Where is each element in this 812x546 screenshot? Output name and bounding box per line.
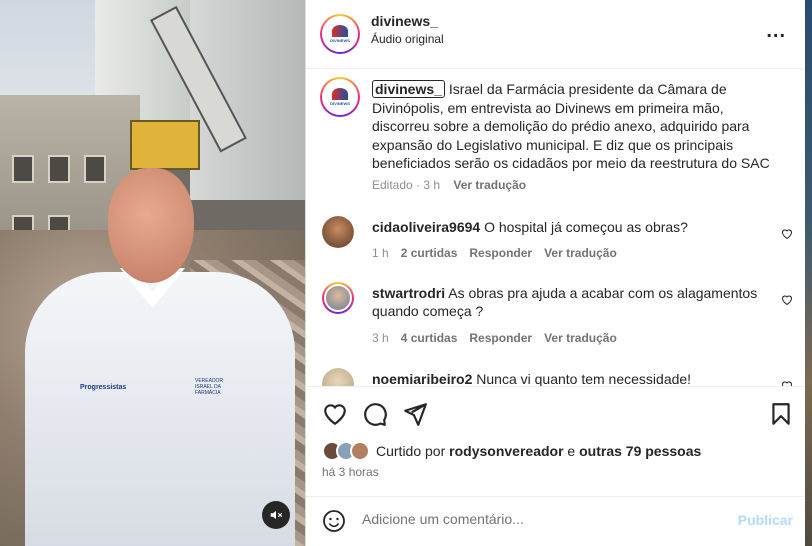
caption-translate-link[interactable]: Ver tradução	[453, 178, 526, 192]
comment-meta: 3 h4 curtidas Responder Ver tradução	[372, 331, 617, 345]
post-media[interactable]: Progressistas VEREADOR ISRAEL DA FARMÁCI…	[0, 0, 305, 546]
comment-likes-link[interactable]: 4 curtidas	[401, 331, 458, 345]
media-excavator-cab	[130, 120, 200, 170]
like-heart-icon[interactable]	[322, 401, 348, 427]
share-send-icon[interactable]	[402, 401, 428, 427]
comment-like-heart-icon[interactable]	[781, 294, 793, 306]
comment-username[interactable]: cidaoliveira9694	[372, 219, 480, 235]
liked-by: Curtido por rodysonvereador e outras 79 …	[322, 441, 701, 461]
emoji-icon[interactable]	[322, 509, 346, 533]
post-panel: DIVINEWS divinews_ Áudio original ... DI…	[305, 0, 812, 546]
media-person-shirt	[25, 272, 295, 546]
commenter-avatar[interactable]	[322, 368, 354, 386]
comment-username[interactable]: stwartrodri	[372, 285, 445, 301]
comment-bubble-icon[interactable]	[362, 401, 388, 427]
shirt-badge-text: VEREADOR ISRAEL DA FARMÁCIA	[195, 378, 224, 396]
comments-scroll[interactable]: DIVINEWS divinews_ Israel da Farmácia pr…	[306, 70, 812, 386]
liker-username[interactable]: rodysonvereador	[449, 443, 563, 459]
comment-text: cidaoliveira9694 O hospital já começou a…	[372, 219, 688, 235]
bookmark-save-icon[interactable]	[768, 401, 794, 427]
author-avatar[interactable]: DIVINEWS	[320, 14, 360, 54]
comment-like-heart-icon[interactable]	[781, 228, 793, 240]
liker-avatar	[350, 441, 370, 461]
shirt-party-logo: Progressistas	[80, 384, 127, 391]
caption-meta: Editado · 3 h Ver tradução	[372, 178, 526, 192]
comment-username[interactable]: noemiaribeiro2	[372, 371, 472, 386]
liked-by-text: Curtido por rodysonvereador e outras 79 …	[376, 443, 702, 459]
post-actions: Curtido por rodysonvereador e outras 79 …	[306, 386, 812, 496]
post-timestamp[interactable]: há 3 horas	[322, 465, 379, 479]
speaker-muted-icon	[270, 510, 283, 520]
caption-text: divinews_ Israel da Farmácia presidente …	[372, 80, 777, 173]
caption-avatar[interactable]: DIVINEWS	[320, 77, 360, 117]
author-username[interactable]: divinews_	[371, 13, 438, 29]
add-comment-bar: Publicar	[306, 496, 812, 546]
translate-link[interactable]: Ver tradução	[544, 246, 617, 260]
comment-input[interactable]	[362, 511, 722, 527]
post-header: DIVINEWS divinews_ Áudio original ...	[306, 0, 812, 69]
commenter-avatar[interactable]	[322, 216, 354, 248]
more-options-icon[interactable]: ...	[766, 20, 786, 43]
mute-button[interactable]	[262, 501, 290, 529]
caption-username[interactable]: divinews_	[372, 80, 445, 98]
media-person-head	[108, 168, 194, 283]
audio-label[interactable]: Áudio original	[371, 32, 444, 46]
comment-text: stwartrodri As obras pra ajuda a acabar …	[372, 285, 758, 319]
reply-button[interactable]: Responder	[469, 246, 532, 260]
commenter-avatar[interactable]	[322, 282, 354, 314]
liked-by-others-link[interactable]: outras 79 pessoas	[579, 443, 701, 459]
reply-button[interactable]: Responder	[469, 331, 532, 345]
comment-likes-link[interactable]: 2 curtidas	[401, 246, 458, 260]
caption-edited: Editado · 3 h	[372, 178, 441, 192]
comment-meta: 1 h2 curtidas Responder Ver tradução	[372, 246, 617, 260]
background-edge	[805, 0, 812, 546]
publish-button[interactable]: Publicar	[738, 512, 793, 528]
comment-text: noemiaribeiro2 Nunca vi quanto tem neces…	[372, 371, 692, 386]
translate-link[interactable]: Ver tradução	[544, 331, 617, 345]
